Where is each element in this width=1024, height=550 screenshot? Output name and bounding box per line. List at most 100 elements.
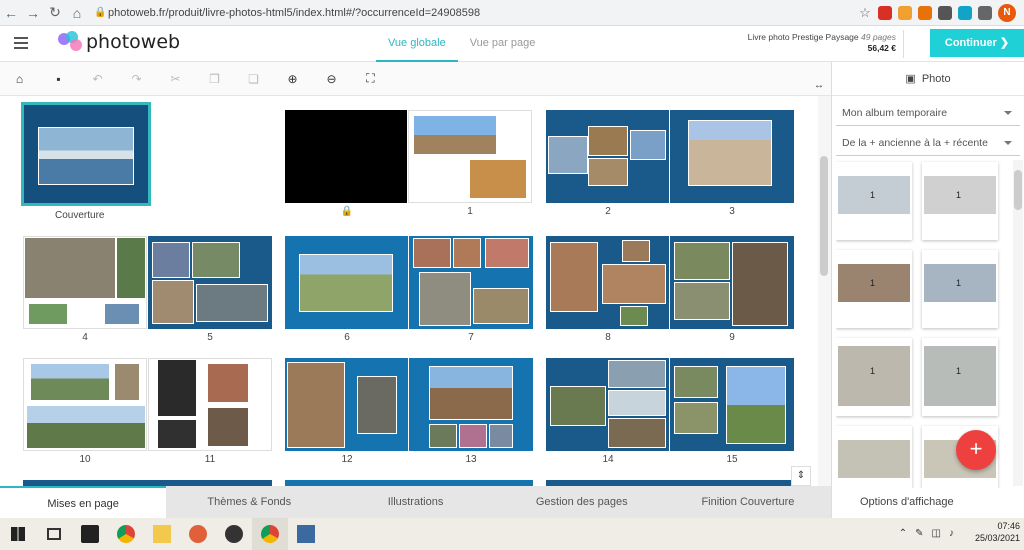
- spread-12-13[interactable]: [285, 358, 533, 451]
- tab-vue-globale[interactable]: Vue globale: [376, 26, 458, 62]
- photo[interactable]: [732, 242, 788, 326]
- volume-icon[interactable]: ♪: [949, 528, 954, 539]
- copy-icon[interactable]: ❐: [195, 72, 234, 86]
- menu-icon[interactable]: [14, 37, 28, 49]
- scrollbar-thumb[interactable]: [1014, 170, 1022, 210]
- photo[interactable]: [459, 424, 487, 448]
- photo[interactable]: [473, 288, 529, 324]
- photo[interactable]: [688, 120, 772, 186]
- page-10[interactable]: [23, 358, 147, 451]
- page-1[interactable]: [408, 110, 532, 203]
- scroll-arrows-icon[interactable]: ⇕: [791, 466, 811, 486]
- spread-2-3[interactable]: [546, 110, 794, 203]
- fit-screen-icon[interactable]: ⛶: [351, 71, 390, 86]
- chevron-up-icon[interactable]: ⌃: [899, 528, 907, 539]
- photo[interactable]: [152, 280, 194, 324]
- tab-gestion-pages[interactable]: Gestion des pages: [499, 486, 665, 518]
- canvas-scrollbar[interactable]: [818, 96, 831, 486]
- extension-icon[interactable]: [938, 5, 952, 20]
- photo[interactable]: [608, 360, 666, 388]
- photo[interactable]: [602, 264, 666, 304]
- photo[interactable]: [674, 242, 730, 280]
- task-view-icon[interactable]: [36, 518, 72, 550]
- album-select[interactable]: Mon album temporaire: [836, 100, 1020, 126]
- photo-thumbnail[interactable]: 1: [922, 250, 998, 328]
- windows-start-icon[interactable]: [0, 518, 36, 550]
- clock[interactable]: 07:46 25/03/2021: [975, 520, 1020, 544]
- back-icon[interactable]: ←: [0, 5, 22, 21]
- photo[interactable]: [550, 386, 606, 426]
- network-icon[interactable]: ◫: [932, 528, 941, 539]
- photo[interactable]: [548, 136, 588, 174]
- photo[interactable]: [114, 363, 140, 401]
- save-icon[interactable]: ▪: [39, 72, 78, 86]
- redo-icon[interactable]: ↷: [117, 72, 156, 86]
- bookmark-star-icon[interactable]: ☆: [858, 5, 872, 20]
- photo[interactable]: [413, 238, 451, 268]
- photo[interactable]: [429, 366, 513, 420]
- page-2[interactable]: [546, 110, 669, 203]
- file-explorer-icon[interactable]: [144, 518, 180, 550]
- home-browser-icon[interactable]: ⌂: [66, 5, 88, 21]
- photo[interactable]: [287, 362, 345, 448]
- pen-icon[interactable]: ✎: [915, 528, 923, 539]
- photo[interactable]: [299, 254, 393, 312]
- photo[interactable]: [608, 418, 666, 448]
- photo[interactable]: [357, 376, 397, 434]
- photo[interactable]: [630, 130, 666, 160]
- page-4[interactable]: [23, 236, 147, 329]
- page-9[interactable]: [670, 236, 794, 329]
- page-11[interactable]: [148, 358, 272, 451]
- chrome-active-icon[interactable]: [252, 518, 288, 550]
- continue-button[interactable]: Continuer ❯: [930, 29, 1024, 57]
- photo[interactable]: [207, 407, 249, 447]
- spread-10-11[interactable]: [23, 358, 272, 451]
- cover-page[interactable]: [21, 102, 151, 206]
- sort-select[interactable]: De la + ancienne à la + récente: [836, 130, 1020, 156]
- page-5[interactable]: [148, 236, 272, 329]
- paste-icon[interactable]: ❏: [234, 72, 273, 86]
- photo[interactable]: [453, 238, 481, 268]
- photo[interactable]: [419, 272, 471, 326]
- photo[interactable]: [469, 159, 527, 199]
- extension-icon[interactable]: [958, 5, 972, 20]
- tab-vue-par-page[interactable]: Vue par page: [458, 26, 548, 62]
- photo[interactable]: [104, 303, 140, 325]
- photo[interactable]: [588, 158, 628, 186]
- cut-icon[interactable]: ✂: [156, 72, 195, 86]
- photo[interactable]: [608, 390, 666, 416]
- panel-scrollbar[interactable]: [1013, 160, 1023, 486]
- page-8[interactable]: [546, 236, 669, 329]
- photo[interactable]: [152, 242, 190, 278]
- extension-icon[interactable]: [918, 5, 932, 20]
- add-photo-button[interactable]: +: [956, 430, 996, 470]
- photo[interactable]: [429, 424, 457, 448]
- photo[interactable]: [157, 419, 197, 449]
- zoom-in-icon[interactable]: ⊕: [273, 72, 312, 86]
- app-icon[interactable]: [288, 518, 324, 550]
- forward-icon[interactable]: →: [22, 5, 44, 21]
- photo-thumbnail[interactable]: 1: [836, 250, 912, 328]
- photo-thumbnail[interactable]: [836, 426, 912, 488]
- expand-panel-icon[interactable]: ↔: [814, 80, 824, 91]
- photo[interactable]: [196, 284, 268, 322]
- page-14[interactable]: [546, 358, 669, 451]
- display-options-button[interactable]: Options d'affichage: [860, 496, 954, 508]
- app-icon[interactable]: [72, 518, 108, 550]
- photo[interactable]: [207, 363, 249, 403]
- photo[interactable]: [588, 126, 628, 156]
- tab-mises-en-page[interactable]: Mises en page: [0, 486, 167, 518]
- photo[interactable]: [24, 237, 116, 299]
- spread-14-15[interactable]: [546, 358, 794, 451]
- profile-avatar[interactable]: N: [998, 3, 1016, 22]
- photo-thumbnail[interactable]: 1: [836, 162, 912, 240]
- photo[interactable]: [26, 405, 146, 449]
- photo[interactable]: [30, 363, 110, 401]
- page-15[interactable]: [670, 358, 794, 451]
- photo-thumbnail[interactable]: 1: [922, 338, 998, 416]
- address-bar[interactable]: 🔒 photoweb.fr/produit/livre-photos-html5…: [94, 3, 774, 23]
- photo-thumbnail[interactable]: 1: [836, 338, 912, 416]
- photo[interactable]: [622, 240, 650, 262]
- app-icon[interactable]: [180, 518, 216, 550]
- extension-icon[interactable]: [898, 5, 912, 20]
